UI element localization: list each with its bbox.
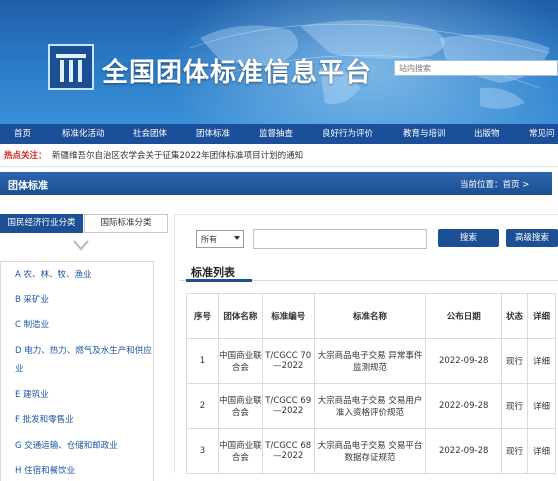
header-name: 标准名称	[313, 293, 427, 339]
section-title: 团体标准	[8, 181, 48, 192]
site-logo[interactable]	[48, 44, 94, 90]
table-row: 1 中国商业联合会 T/CGCC 70—2022 大宗商品电子交易 异常事件监测…	[186, 338, 556, 384]
section-header: 团体标准 当前位置：首页 >	[0, 172, 552, 195]
standard-search-input[interactable]	[253, 229, 427, 249]
site-search-input[interactable]: 站内搜索	[394, 60, 558, 76]
row-status: 现行	[501, 383, 529, 429]
category-item[interactable]: A 农、林、牧、渔业	[15, 268, 92, 280]
category-item[interactable]: E 建筑业	[15, 388, 49, 400]
category-item-continued[interactable]: 业	[15, 362, 24, 374]
row-code: T/CGCC 69—2022	[261, 383, 315, 429]
row-code: T/CGCC 68—2022	[261, 428, 315, 474]
header-date: 公布日期	[425, 293, 503, 339]
row-detail-link[interactable]: 详细	[527, 338, 556, 384]
row-org: 中国商业联合会	[217, 383, 263, 429]
breadcrumb[interactable]: 当前位置：首页 >	[460, 178, 529, 190]
category-item[interactable]: G 交通运输、仓储和邮政业	[15, 439, 118, 451]
header-code: 标准编号	[261, 293, 315, 339]
row-detail-link[interactable]: 详细	[527, 383, 556, 429]
hot-topics-label: 热点关注：	[4, 151, 47, 161]
nav-social-groups[interactable]: 社会团体	[133, 124, 167, 144]
row-date: 2022-09-28	[425, 383, 503, 429]
site-banner: 全国团体标准信息平台 站内搜索	[0, 0, 558, 124]
row-org: 中国商业联合会	[217, 428, 263, 474]
standards-table: 序号 团体名称 标准编号 标准名称 公布日期 状态 详细 1 中国商业联合会 T…	[186, 293, 556, 474]
chevron-down-icon	[234, 236, 240, 240]
table-header-row: 序号 团体名称 标准编号 标准名称 公布日期 状态 详细	[186, 293, 556, 339]
nav-home[interactable]: 首页	[14, 124, 31, 144]
nav-group-standards[interactable]: 团体标准	[196, 124, 230, 144]
row-name: 大宗商品电子交易 交易平台数据存证规范	[313, 428, 427, 474]
row-org: 中国商业联合会	[217, 338, 263, 384]
nav-faq[interactable]: 常见问	[529, 124, 555, 144]
row-no: 3	[186, 428, 219, 474]
category-item[interactable]: F 批发和零售业	[15, 413, 74, 425]
nav-good-behavior[interactable]: 良好行为评价	[322, 124, 373, 144]
tab-national-economy[interactable]: 国民经济行业分类	[0, 214, 83, 233]
row-code: T/CGCC 70—2022	[261, 338, 315, 384]
header-status: 状态	[501, 293, 529, 339]
row-no: 2	[186, 383, 219, 429]
header-detail: 详细	[527, 293, 556, 339]
header-org: 团体名称	[217, 293, 263, 339]
search-button[interactable]: 搜索	[438, 229, 499, 247]
nav-education[interactable]: 教育与培训	[403, 124, 446, 144]
main-nav: 首页 标准化活动 社会团体 团体标准 监督抽查 良好行为评价 教育与培训 出版物…	[0, 124, 558, 144]
row-no: 1	[186, 338, 219, 384]
table-row: 2 中国商业联合会 T/CGCC 69—2022 大宗商品电子交易 交易用户准入…	[186, 383, 556, 429]
nav-supervision[interactable]: 监督抽查	[259, 124, 293, 144]
row-name: 大宗商品电子交易 交易用户准入资格评价规范	[313, 383, 427, 429]
row-date: 2022-09-28	[425, 338, 503, 384]
table-row: 3 中国商业联合会 T/CGCC 68—2022 大宗商品电子交易 交易平台数据…	[186, 428, 556, 474]
tab-international[interactable]: 国际标准分类	[84, 214, 168, 233]
category-item[interactable]: D 电力、热力、燃气及水生产和供应	[15, 344, 152, 356]
row-detail-link[interactable]: 详细	[527, 428, 556, 474]
classification-tabs: 国民经济行业分类 国际标准分类	[0, 214, 168, 233]
category-item[interactable]: H 住宿和餐饮业	[15, 464, 75, 476]
row-date: 2022-09-28	[425, 428, 503, 474]
title-accent	[186, 279, 252, 282]
nav-publications[interactable]: 出版物	[474, 124, 500, 144]
row-name: 大宗商品电子交易 异常事件监测规范	[313, 338, 427, 384]
site-title: 全国团体标准信息平台	[102, 58, 373, 88]
row-status: 现行	[501, 338, 529, 384]
header-no: 序号	[186, 293, 219, 339]
advanced-search-button[interactable]: 高级搜索	[506, 229, 558, 247]
hot-topics-bar: 热点关注： 新疆维吾尔自治区农学会关于征集2022年团体标准项目计划的通知	[0, 144, 558, 167]
nav-standardization[interactable]: 标准化活动	[62, 124, 105, 144]
logo-t-icon	[56, 54, 86, 82]
row-status: 现行	[501, 428, 529, 474]
category-item[interactable]: B 采矿业	[15, 293, 49, 305]
list-title: 标准列表	[191, 266, 235, 279]
hot-topic-link[interactable]: 新疆维吾尔自治区农学会关于征集2022年团体标准项目计划的通知	[52, 149, 303, 161]
category-list: A 农、林、牧、渔业 B 采矿业 C 制造业 D 电力、热力、燃气及水生产和供应…	[0, 261, 154, 481]
category-item[interactable]: C 制造业	[15, 318, 49, 330]
chevron-down-icon	[73, 240, 89, 251]
